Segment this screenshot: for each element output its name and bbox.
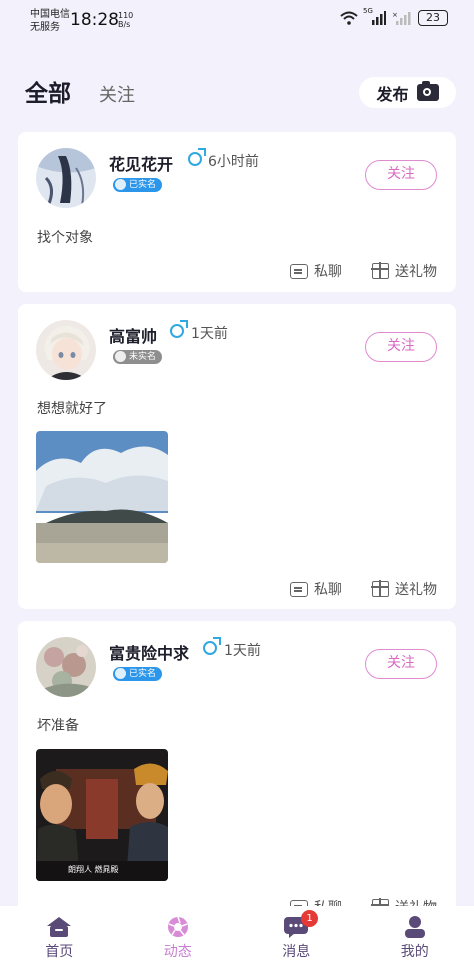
nav-home-label: 首页 xyxy=(45,944,74,960)
cell-signal-5g-icon: 5G xyxy=(363,7,386,25)
verification-badge: 已实名 xyxy=(113,178,163,192)
nav-me[interactable]: 我的 xyxy=(356,906,474,967)
home-icon xyxy=(47,917,72,937)
tab-all[interactable]: 全部 xyxy=(25,74,71,108)
status-icons: 5G × 23 xyxy=(340,7,448,26)
male-icon xyxy=(203,637,221,655)
nav-me-label: 我的 xyxy=(400,944,429,960)
publish-button[interactable]: 发布 xyxy=(359,77,456,108)
chat-icon xyxy=(290,581,308,597)
send-gift-button[interactable]: 送礼物 xyxy=(371,261,437,281)
nav-home[interactable]: 首页 xyxy=(0,906,119,967)
post-image[interactable] xyxy=(36,431,168,563)
cell-signal-no-service-icon: × xyxy=(392,11,411,25)
nav-feed[interactable]: 动态 xyxy=(119,906,238,967)
user-name[interactable]: 花见花开 xyxy=(109,151,173,175)
clock: 18:28 xyxy=(70,10,119,30)
follow-button[interactable]: 关注 xyxy=(365,649,437,679)
user-name[interactable]: 高富帅 xyxy=(109,323,157,347)
send-gift-label: 送礼物 xyxy=(395,582,437,598)
post-time: 6小时前 xyxy=(208,154,259,170)
post-actions: 私聊 送礼物 xyxy=(290,261,437,281)
male-icon xyxy=(170,320,188,338)
image-caption: 朗翔人 燃晁殿 xyxy=(68,865,119,874)
user-icon xyxy=(404,916,425,938)
battery-icon: 23 xyxy=(418,10,448,26)
post-actions: 私聊 送礼物 xyxy=(290,579,437,599)
male-icon xyxy=(188,148,206,166)
send-gift-label: 送礼物 xyxy=(395,264,437,280)
private-chat-label: 私聊 xyxy=(314,582,342,598)
bottom-nav: 首页 动态 消息 1 我的 xyxy=(0,906,474,967)
private-chat-button[interactable]: 私聊 xyxy=(290,261,342,281)
net-speed: 110 B/s xyxy=(118,11,133,29)
post-time: 1天前 xyxy=(191,326,228,342)
chat-icon xyxy=(290,263,308,279)
feed-tabs: 全部 关注 xyxy=(25,74,135,108)
private-chat-button[interactable]: 私聊 xyxy=(290,579,342,599)
carrier-info: 中国电信 无服务 xyxy=(30,8,70,34)
svg-text:×: × xyxy=(392,11,398,19)
post-image[interactable]: 朗翔人 燃晁殿 xyxy=(36,749,168,881)
status-bar: 中国电信 无服务 18:28 110 B/s 5G × 23 xyxy=(0,0,474,40)
net-speed-value: 110 xyxy=(118,11,134,20)
post-text: 坏准备 xyxy=(37,718,79,734)
publish-label: 发布 xyxy=(376,84,409,104)
send-gift-button[interactable]: 送礼物 xyxy=(371,579,437,599)
private-chat-label: 私聊 xyxy=(314,264,342,280)
camera-icon xyxy=(416,81,439,101)
net-speed-unit: B/s xyxy=(118,20,131,29)
gift-icon xyxy=(371,262,389,279)
wifi-icon xyxy=(340,11,358,25)
verification-badge: 未实名 xyxy=(113,350,163,364)
post-text: 想想就好了 xyxy=(37,401,107,417)
avatar[interactable] xyxy=(36,637,96,697)
carrier-name: 中国电信 xyxy=(30,9,70,20)
aperture-icon xyxy=(167,916,188,937)
post-card: 高富帅 1天前 未实名 关注 想想就好了 私聊 送礼物 xyxy=(18,304,456,609)
post-time: 1天前 xyxy=(224,643,261,659)
follow-button[interactable]: 关注 xyxy=(365,332,437,362)
post-card: 花见花开 6小时前 已实名 关注 找个对象 私聊 送礼物 xyxy=(18,132,456,292)
nav-feed-label: 动态 xyxy=(163,944,192,960)
nav-messages-label: 消息 xyxy=(282,944,311,960)
user-name[interactable]: 富贵险中求 xyxy=(109,640,189,664)
post-text: 找个对象 xyxy=(37,230,93,246)
follow-button[interactable]: 关注 xyxy=(365,160,437,190)
nav-messages[interactable]: 消息 1 xyxy=(237,906,356,967)
service-status: 无服务 xyxy=(30,22,60,33)
gift-icon xyxy=(371,580,389,597)
unread-badge: 1 xyxy=(301,910,318,927)
avatar[interactable] xyxy=(36,320,96,380)
tab-following[interactable]: 关注 xyxy=(99,81,135,107)
post-card: 富贵险中求 1天前 已实名 关注 坏准备 朗翔人 燃晁殿 私聊 送礼物 xyxy=(18,621,456,931)
verification-badge: 已实名 xyxy=(113,667,163,681)
avatar[interactable] xyxy=(36,148,96,208)
